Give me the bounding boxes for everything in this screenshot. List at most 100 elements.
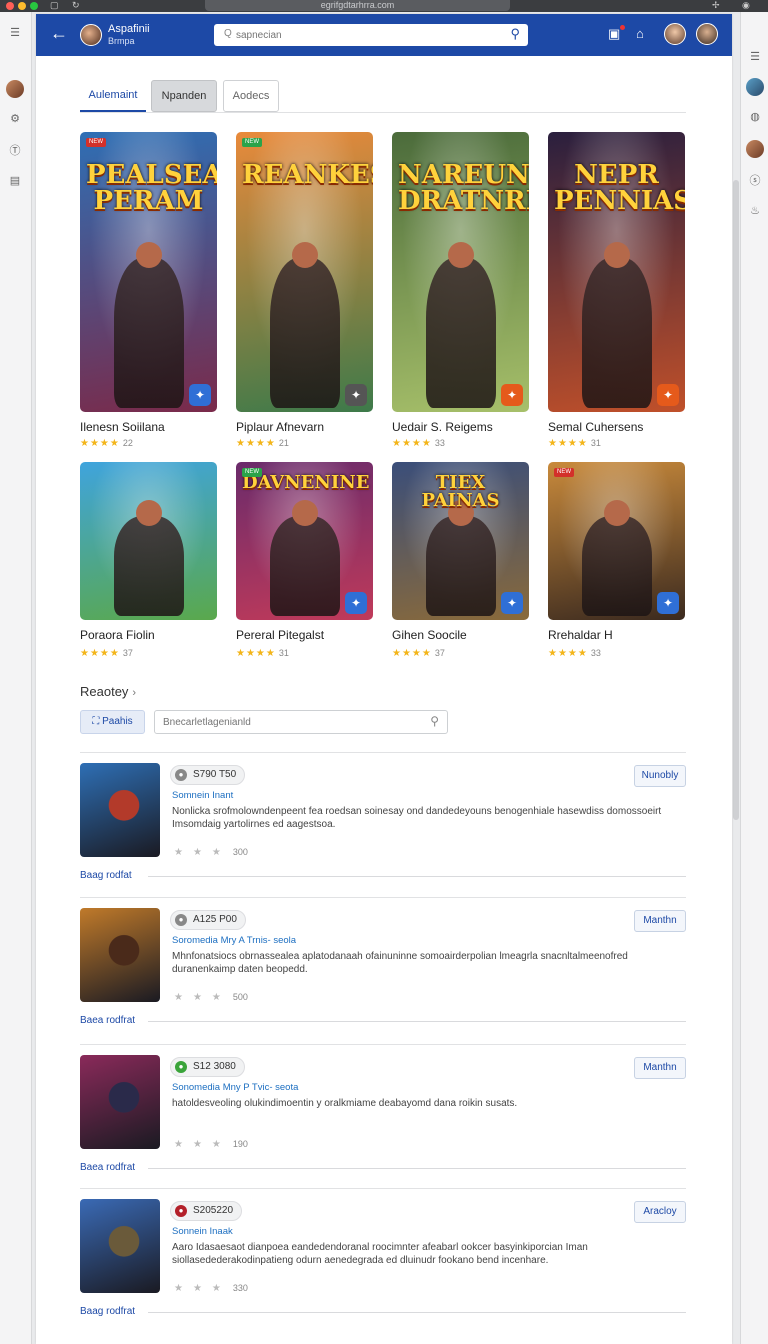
- rail-avatar[interactable]: [746, 78, 764, 96]
- divider: [148, 1312, 686, 1313]
- info-icon[interactable]: ⓢ: [746, 172, 764, 190]
- review-footer-link[interactable]: Baea rodfrat: [80, 1015, 135, 1026]
- game-title: Ilenesn Soiilana: [80, 420, 165, 434]
- game-badge-icon[interactable]: ✦: [345, 592, 367, 614]
- filter-icon: ⛶: [92, 716, 103, 727]
- os-title-bar: ▢ ↻ egrifgdtarhrra.com ✢ ◉: [0, 0, 768, 12]
- character-head: [292, 242, 318, 268]
- game-cover[interactable]: REANKES NEW ✦: [236, 132, 373, 412]
- right-rail: ☰ ◍ ⓢ ♨: [740, 12, 768, 1344]
- tab-aodecs[interactable]: Aodecs: [223, 80, 279, 112]
- tab-npanden[interactable]: Npanden: [151, 80, 217, 112]
- search-icon[interactable]: ⚲: [430, 714, 439, 728]
- extension-icon[interactable]: ✢: [712, 0, 720, 11]
- review-rating-value: 330: [232, 1283, 248, 1293]
- star-rating: ★★★★ 37: [392, 648, 445, 659]
- review-action-button[interactable]: Aracloy: [634, 1201, 686, 1223]
- game-cover[interactable]: PEALSEASN PERAM NEW ✦: [80, 132, 217, 412]
- review-item: ● A125 P00 Soromedia Mry A Trnis- seola M…: [80, 897, 686, 1042]
- review-star-rating[interactable]: ★★★ 300: [174, 847, 248, 858]
- review-price-chip: ● S790 T50: [170, 765, 246, 785]
- review-thumbnail[interactable]: [80, 908, 160, 1002]
- review-footer-link[interactable]: Baag rodfrat: [80, 1306, 135, 1317]
- search-icon[interactable]: ⚲: [510, 26, 520, 42]
- review-thumbnail[interactable]: [80, 1055, 160, 1149]
- address-bar[interactable]: egrifgdtarhrra.com: [205, 0, 510, 11]
- reload-icon[interactable]: ↻: [72, 0, 80, 11]
- price-icon: ●: [175, 1061, 187, 1073]
- game-badge-icon[interactable]: ✦: [501, 592, 523, 614]
- settings-icon[interactable]: ⚙: [6, 110, 24, 128]
- user-avatar[interactable]: [664, 23, 686, 45]
- app-avatar[interactable]: [80, 24, 102, 46]
- review-subtitle[interactable]: Sonomedia Mny P Tvic- seota: [172, 1082, 298, 1093]
- review-subtitle[interactable]: Somnein Inant: [172, 790, 233, 801]
- review-thumbnail[interactable]: [80, 1199, 160, 1293]
- game-badge-icon[interactable]: ✦: [657, 592, 679, 614]
- game-cover[interactable]: DAVNENINE NEW ✦: [236, 462, 373, 620]
- game-cover[interactable]: [80, 462, 217, 620]
- document-icon[interactable]: ▤: [6, 172, 24, 190]
- notification-icon[interactable]: ▣: [608, 26, 620, 42]
- game-cover[interactable]: NAREUN DRATNRES ✦: [392, 132, 529, 412]
- review-subtitle[interactable]: Sonnein Inaak: [172, 1226, 233, 1237]
- character-illustration: [425, 516, 496, 616]
- rail-avatar[interactable]: [6, 80, 24, 98]
- review-action-button[interactable]: Nunobly: [634, 765, 686, 787]
- character-illustration: [113, 258, 184, 408]
- review-price-chip: ● S205220: [170, 1201, 243, 1221]
- user-avatar[interactable]: [696, 23, 718, 45]
- cover-tag: NEW: [86, 138, 106, 147]
- app-subtitle: Brmpa: [108, 36, 135, 46]
- review-body: Aaro Idasaesaot dianpoea eandedendoranal…: [172, 1242, 588, 1266]
- game-badge-icon[interactable]: ✦: [189, 384, 211, 406]
- game-title: Pereral Pitegalst: [236, 628, 325, 642]
- tab-aulemaint[interactable]: Aulemaint: [80, 80, 146, 112]
- minimize-dot-icon[interactable]: [18, 2, 26, 10]
- rail-avatar[interactable]: [746, 140, 764, 158]
- review-search[interactable]: ⚲: [154, 710, 448, 734]
- game-badge-icon[interactable]: ✦: [657, 384, 679, 406]
- reviews-heading[interactable]: Reaotey ›: [80, 684, 136, 699]
- character-head: [292, 500, 318, 526]
- profile-icon[interactable]: ◉: [742, 0, 750, 11]
- review-footer-link[interactable]: Baag rodfat: [80, 870, 132, 881]
- review-star-rating[interactable]: ★★★ 330: [174, 1283, 248, 1294]
- game-badge-icon[interactable]: ✦: [501, 384, 523, 406]
- review-footer-link[interactable]: Baea rodfrat: [80, 1162, 135, 1173]
- search-input[interactable]: [236, 27, 496, 43]
- review-rating-value: 500: [232, 992, 248, 1002]
- text-icon[interactable]: Ⓣ: [6, 142, 24, 160]
- game-cover[interactable]: NEPR PENNIAS ✦: [548, 132, 685, 412]
- review-star-rating[interactable]: ★★★ 190: [174, 1139, 248, 1150]
- menu-icon[interactable]: ☰: [746, 48, 764, 66]
- review-action-button[interactable]: Manthn: [634, 1057, 686, 1079]
- review-subtitle[interactable]: Soromedia Mry A Trnis- seola: [172, 935, 296, 946]
- game-title: Poraora Fiolin: [80, 628, 155, 642]
- rating-count: 21: [278, 438, 289, 448]
- search-bar[interactable]: Q ⚲: [214, 24, 528, 46]
- review-action-button[interactable]: Manthn: [634, 910, 686, 932]
- maximize-dot-icon[interactable]: [30, 2, 38, 10]
- filter-button[interactable]: ⛶ Paahis: [80, 710, 145, 734]
- game-badge-icon[interactable]: ✦: [345, 384, 367, 406]
- like-icon[interactable]: ♨: [746, 202, 764, 220]
- close-dot-icon[interactable]: [6, 2, 14, 10]
- star-rating: ★★★★ 21: [236, 438, 289, 449]
- left-rail: ☰ ⚙ Ⓣ ▤: [0, 12, 32, 1344]
- notification-dot: [620, 25, 625, 30]
- scrollbar[interactable]: [733, 180, 739, 820]
- menu-icon[interactable]: ☰: [6, 24, 24, 42]
- home-icon[interactable]: ⌂: [636, 26, 644, 41]
- review-search-input[interactable]: [163, 715, 413, 729]
- game-cover[interactable]: TIEX PAINAS ✦: [392, 462, 529, 620]
- app-name: Aspafinii: [108, 23, 150, 35]
- review-star-rating[interactable]: ★★★ 500: [174, 992, 248, 1003]
- back-arrow-icon[interactable]: ←: [50, 23, 68, 44]
- game-cover[interactable]: NEW ✦: [548, 462, 685, 620]
- cover-title-art: NEPR PENNIAS: [554, 160, 685, 216]
- tab-icon[interactable]: ▢: [50, 0, 59, 11]
- review-thumbnail[interactable]: [80, 763, 160, 857]
- globe-icon[interactable]: ◍: [746, 108, 764, 126]
- rating-count: 37: [434, 648, 445, 658]
